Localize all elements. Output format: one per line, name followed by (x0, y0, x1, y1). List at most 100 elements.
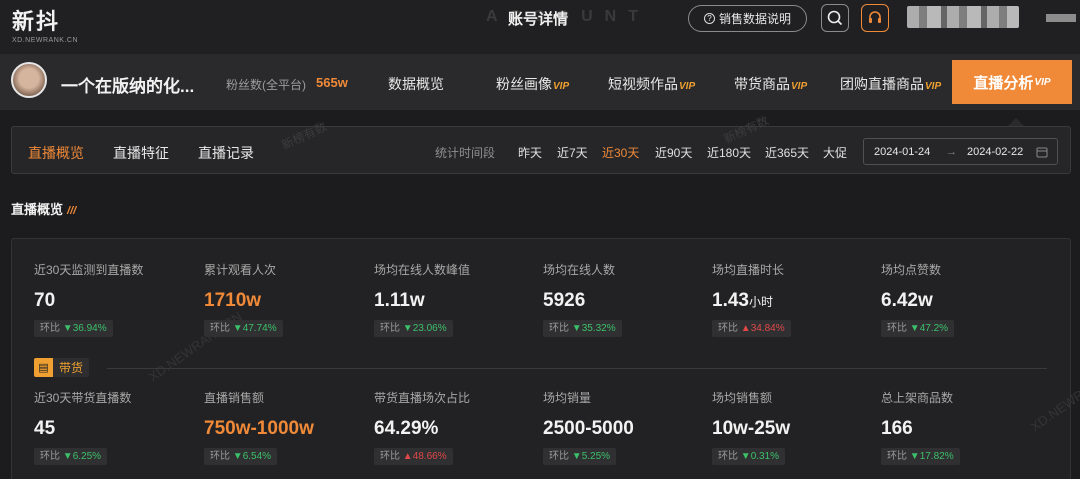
tab-live-analysis[interactable]: 直播分析 VIP (952, 60, 1072, 104)
stat-value-number: 10w-25w (712, 418, 791, 439)
change-value: 48.66% (412, 451, 447, 462)
tab-label: 粉丝画像 (496, 76, 552, 92)
tab-label: 团购直播商品 (840, 76, 924, 92)
tab-label: 短视频作品 (608, 76, 678, 92)
period-yesterday[interactable]: 昨天 (518, 144, 542, 161)
change-label: 环比 (718, 451, 738, 462)
date-range-picker[interactable]: 2024-01-24 → 2024-02-22 (863, 138, 1058, 165)
question-circle-icon: ? (703, 13, 715, 24)
change-value: 0.31% (750, 451, 780, 462)
stat-card: 场均销售额 10w-25w 环比 ▼0.31% (712, 389, 877, 465)
stat-card: 总上架商品数 166 环比 ▼17.82% (881, 389, 1046, 465)
change-value: 17.82% (919, 451, 954, 462)
change-label: 环比 (210, 323, 230, 334)
stat-value: 1710w (204, 290, 369, 314)
fans-label: 粉丝数(全平台) (226, 78, 306, 92)
stat-card: 场均在线人数 5926 环比 ▼35.32% (543, 261, 708, 337)
stat-value: 2500-5000 (543, 418, 708, 442)
stat-value-number: 1710w (204, 290, 262, 311)
stat-value-number: 1.11w (374, 290, 425, 311)
sub-nav-bar: 直播概览 直播特征 直播记录 新榜有数 新榜有数 统计时间段 昨天 近7天 近3… (11, 113, 1071, 174)
change-label: 环比 (549, 323, 569, 334)
sales-data-help-button[interactable]: ? 销售数据说明 (688, 5, 807, 32)
stat-value-number: 750w-1000w (204, 418, 314, 439)
stat-label: 场均直播时长 (712, 263, 785, 277)
stat-label: 近30天监测到直播数 (34, 263, 144, 277)
search-icon (827, 10, 843, 26)
period-7d[interactable]: 近7天 (557, 144, 588, 161)
stat-label: 总上架商品数 (881, 391, 954, 405)
stat-value-unit: 小时 (748, 295, 773, 309)
subtab-live-records[interactable]: 直播记录 (198, 143, 254, 163)
change-chip: 环比 ▼6.54% (204, 448, 278, 465)
vip-tag: VIP (1034, 76, 1051, 88)
period-90d[interactable]: 近90天 (655, 144, 692, 161)
stat-card: 直播销售额 750w-1000w 环比 ▼6.54% (204, 389, 369, 465)
stat-value-number: 5926 (543, 290, 586, 311)
change-chip: 环比 ▼23.06% (374, 320, 453, 337)
period-365d[interactable]: 近365天 (765, 144, 809, 161)
date-end: 2024-02-22 (967, 146, 1024, 158)
change-arrow-icon: ▲ (402, 451, 413, 462)
logo-text: 新抖 (12, 10, 61, 35)
period-180d[interactable]: 近180天 (707, 144, 751, 161)
change-value: 6.54% (242, 451, 272, 462)
stat-card: 累计观看人次 1710w 环比 ▼47.74% (204, 261, 369, 337)
vip-tag: VIP (791, 81, 808, 92)
stat-value: 6.42w (881, 290, 1046, 314)
subtab-live-overview[interactable]: 直播概览 (28, 143, 84, 163)
stat-value-number: 166 (881, 418, 913, 439)
stat-value: 10w-25w (712, 418, 877, 442)
period-30d[interactable]: 近30天 (602, 144, 639, 161)
stat-label: 场均在线人数峰值 (374, 263, 471, 277)
tab-short-videos[interactable]: 短视频作品VIP (608, 74, 695, 94)
support-button[interactable] (861, 4, 889, 32)
change-chip: 环比 ▼35.32% (543, 320, 622, 337)
change-value: 23.06% (412, 323, 447, 334)
user-menu-blurred[interactable] (1046, 14, 1076, 22)
stat-card: 场均直播时长 1.43小时 环比 ▲34.84% (712, 261, 877, 337)
change-label: 环比 (718, 323, 738, 334)
stat-label: 近30天带货直播数 (34, 391, 132, 405)
tab-label: 带货商品 (734, 76, 790, 92)
change-value: 6.25% (72, 451, 102, 462)
tab-group-live-products[interactable]: 团购直播商品VIP (840, 74, 941, 94)
change-arrow-icon: ▼ (62, 451, 73, 462)
stat-value: 5926 (543, 290, 708, 314)
change-chip: 环比 ▼0.31% (712, 448, 786, 465)
change-label: 环比 (380, 451, 400, 462)
help-button-label: 销售数据说明 (718, 12, 791, 26)
tab-products[interactable]: 带货商品VIP (734, 74, 807, 94)
change-label: 环比 (40, 323, 60, 334)
watermark: 新榜有数 (721, 113, 771, 147)
subtab-live-features[interactable]: 直播特征 (113, 143, 169, 163)
stat-label: 场均在线人数 (543, 263, 616, 277)
stat-value-number: 45 (34, 418, 56, 439)
change-value: 35.32% (581, 323, 616, 334)
stat-label: 场均销量 (543, 391, 592, 405)
user-avatar-blurred[interactable] (907, 6, 1019, 28)
tab-fans-profile[interactable]: 粉丝画像VIP (496, 74, 569, 94)
search-button[interactable] (821, 4, 849, 32)
change-chip: 环比 ▼47.74% (204, 320, 283, 337)
logo[interactable]: 新抖 XD.NEWRANK.CN (12, 4, 78, 44)
stat-label: 带货直播场次占比 (374, 391, 471, 405)
change-label: 环比 (549, 451, 569, 462)
stat-card: 带货直播场次占比 64.29% 环比 ▲48.66% (374, 389, 539, 465)
live-overview-panel: XD.NEWRANK.CN XD.NEWRANK.CN 近30天监测到直播数 70… (11, 238, 1080, 479)
stat-value-number: 2500-5000 (543, 418, 634, 439)
change-chip: 环比 ▼36.94% (34, 320, 113, 337)
stat-card: 场均在线人数峰值 1.11w 环比 ▼23.06% (374, 261, 539, 337)
change-arrow-icon: ▼ (909, 451, 920, 462)
change-label: 环比 (887, 451, 907, 462)
tab-data-overview[interactable]: 数据概览 (388, 74, 444, 94)
stat-card: 近30天带货直播数 45 环比 ▼6.25% (34, 389, 199, 465)
date-arrow: → (946, 146, 957, 158)
stat-value-number: 6.42w (881, 290, 933, 311)
title-decoration-icon: /// (67, 205, 77, 217)
stat-label: 场均销售额 (712, 391, 773, 405)
period-promo[interactable]: 大促 (823, 144, 847, 161)
stat-label: 累计观看人次 (204, 263, 277, 277)
stat-value: 45 (34, 418, 199, 442)
change-chip: 环比 ▼6.25% (34, 448, 108, 465)
